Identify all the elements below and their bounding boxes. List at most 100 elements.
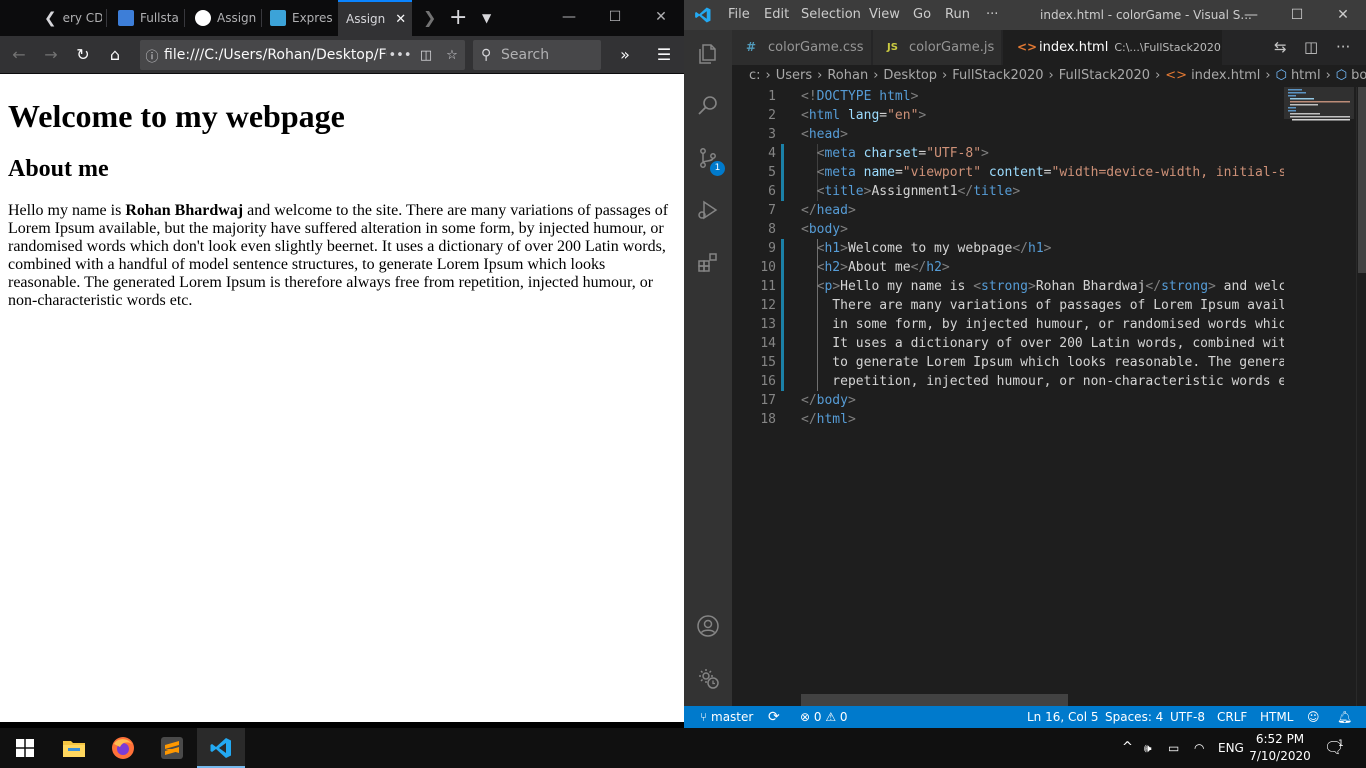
menu-selection[interactable]: Selection [801, 0, 861, 30]
breadcrumb-item[interactable]: html [1291, 68, 1321, 83]
code-line[interactable]: 11 <p>Hello my name is <strong>Rohan Bha… [732, 277, 1318, 296]
code-line[interactable]: 6 <title>Assignment1</title> [732, 182, 1318, 201]
vertical-scrollbar[interactable] [1356, 87, 1366, 706]
show-hidden-icons-chevron-icon[interactable]: ^ [1122, 728, 1133, 768]
chevron-right-icon[interactable]: ❯ [423, 0, 436, 36]
code-line[interactable]: 2 <html lang="en"> [732, 106, 1318, 125]
chevron-down-icon[interactable]: ▼ [482, 0, 491, 36]
code-line[interactable]: 18 </html> [732, 410, 1318, 429]
code-line[interactable]: 16 repetition, injected humour, or non-c… [732, 372, 1318, 391]
branch-status[interactable]: ⑂ master [700, 706, 753, 728]
back-arrow-icon[interactable]: ← [6, 42, 32, 68]
new-tab-icon[interactable]: + [449, 0, 467, 36]
hamburger-menu-icon[interactable]: ☰ [651, 42, 677, 68]
browser-tab-1[interactable]: ❮ ery CD [44, 4, 102, 32]
code-line[interactable]: 3 <head> [732, 125, 1318, 144]
code-line[interactable]: 15 to generate Lorem Ipsum which looks r… [732, 353, 1318, 372]
scrollbar-thumb[interactable] [1358, 87, 1366, 273]
search-input[interactable]: ⚲ Search [473, 40, 601, 70]
page-actions-icon[interactable]: ••• [387, 48, 413, 63]
forward-arrow-icon[interactable]: → [38, 42, 64, 68]
close-tab-icon[interactable]: ✕ [395, 12, 406, 27]
sublime-text-taskbar-button[interactable] [148, 728, 196, 768]
sync-icon[interactable]: ⟳ [768, 706, 780, 728]
code-line[interactable]: 1 <!DOCTYPE html> [732, 87, 1318, 106]
breadcrumb-item[interactable]: body [1351, 68, 1366, 83]
close-window-icon[interactable]: ✕ [638, 0, 684, 36]
breadcrumb-item[interactable]: c: [749, 68, 761, 83]
input-language[interactable]: ENG [1218, 728, 1244, 768]
code-line[interactable]: 13 in some form, by injected humour, or … [732, 315, 1318, 334]
address-bar[interactable]: ⓘ file:///C:/Users/Rohan/Desktop/Fu ••• … [140, 40, 465, 70]
menu-run[interactable]: Run [945, 0, 970, 30]
breadcrumb-item[interactable]: FullStack2020 [952, 68, 1043, 83]
maximize-icon[interactable]: ☐ [592, 0, 638, 36]
search-icon[interactable] [684, 82, 732, 130]
breadcrumb-item[interactable]: FullStack2020 [1059, 68, 1150, 83]
horizontal-scrollbar[interactable] [801, 694, 1068, 706]
tab-colorgame-js[interactable]: JS colorGame.js [873, 30, 1002, 65]
code-line[interactable]: 14 It uses a dictionary of over 200 Lati… [732, 334, 1318, 353]
menu-edit[interactable]: Edit [764, 0, 789, 30]
breadcrumb-item[interactable]: Users [776, 68, 812, 83]
compare-changes-icon[interactable]: ⇆ [1274, 30, 1287, 65]
system-clock[interactable]: 6:52 PM 7/10/2020 [1248, 731, 1312, 765]
menu-go[interactable]: Go [913, 0, 931, 30]
feedback-icon[interactable]: ☺ [1307, 706, 1320, 728]
split-editor-icon[interactable]: ◫ [1304, 30, 1318, 65]
browser-tab-4[interactable]: Expres [270, 4, 332, 32]
start-button[interactable] [0, 728, 48, 768]
more-actions-icon[interactable]: ··· [1336, 30, 1350, 65]
file-explorer-taskbar-button[interactable] [50, 728, 98, 768]
account-icon[interactable] [684, 602, 732, 650]
code-line[interactable]: 5 <meta name="viewport" content="width=d… [732, 163, 1318, 182]
line-ending[interactable]: CRLF [1217, 706, 1247, 728]
wifi-icon[interactable]: ◠ [1194, 728, 1204, 768]
menu-view[interactable]: View [869, 0, 900, 30]
code-line[interactable]: 7 </head> [732, 201, 1318, 220]
minimap[interactable] [1284, 87, 1354, 706]
code-line[interactable]: 8 <body> [732, 220, 1318, 239]
battery-icon[interactable]: ▭ [1168, 728, 1179, 768]
pocket-icon[interactable]: ◫ [413, 48, 439, 63]
overflow-chevron-icon[interactable]: » [612, 42, 638, 68]
bookmark-star-icon[interactable]: ☆ [439, 48, 465, 63]
minimize-icon[interactable]: — [1228, 0, 1274, 30]
code-editor[interactable]: 1 <!DOCTYPE html> 2 <html lang="en"> 3 <head>… [732, 87, 1318, 706]
tab-index-html[interactable]: <> index.htmlC:\...\FullStack2020✕ [1003, 30, 1223, 65]
language-mode[interactable]: HTML [1260, 706, 1293, 728]
menu-file[interactable]: File [728, 0, 750, 30]
notifications-bell-icon[interactable]: 🔔︎ [1337, 706, 1352, 728]
breadcrumb-item[interactable]: Rohan [827, 68, 868, 83]
code-line[interactable]: 4 <meta charset="UTF-8"> [732, 144, 1318, 163]
browser-tab-3[interactable]: Assign [195, 4, 257, 32]
source-control-icon[interactable]: 1 [684, 134, 732, 182]
maximize-icon[interactable]: ☐ [1274, 0, 1320, 30]
extensions-icon[interactable] [684, 238, 732, 286]
code-line[interactable]: 12 There are many variations of passages… [732, 296, 1318, 315]
minimize-icon[interactable]: — [546, 0, 592, 36]
breadcrumb-item[interactable]: index.html [1191, 68, 1260, 83]
info-icon[interactable]: ⓘ [140, 46, 164, 65]
volume-icon[interactable]: 🕪︎ [1144, 728, 1152, 768]
close-window-icon[interactable]: ✕ [1320, 0, 1366, 30]
code-line[interactable]: 17 </body> [732, 391, 1318, 410]
indentation[interactable]: Spaces: 4 [1105, 706, 1163, 728]
vscode-taskbar-button[interactable] [197, 728, 245, 768]
firefox-taskbar-button[interactable] [99, 728, 147, 768]
explorer-files-icon[interactable] [684, 30, 732, 78]
encoding[interactable]: UTF-8 [1170, 706, 1205, 728]
tab-colorgame-css[interactable]: # colorGame.css [732, 30, 872, 65]
browser-tab-active[interactable]: Assign ✕ [338, 0, 412, 36]
reload-icon[interactable]: ↻ [70, 42, 96, 68]
code-line[interactable]: 10 <h2>About me</h2> [732, 258, 1318, 277]
url-text[interactable]: file:///C:/Users/Rohan/Desktop/Fu [164, 47, 387, 63]
run-debug-icon[interactable] [684, 186, 732, 234]
code-line[interactable]: 9 <h1>Welcome to my webpage</h1> [732, 239, 1318, 258]
menu-more[interactable]: ··· [986, 0, 998, 30]
breadcrumb-item[interactable]: Desktop [883, 68, 937, 83]
settings-gear-icon[interactable] [684, 654, 732, 702]
cursor-position[interactable]: Ln 16, Col 5 [1027, 706, 1099, 728]
minimap-slider[interactable] [1284, 87, 1354, 119]
browser-tab-2[interactable]: Fullsta [118, 4, 180, 32]
